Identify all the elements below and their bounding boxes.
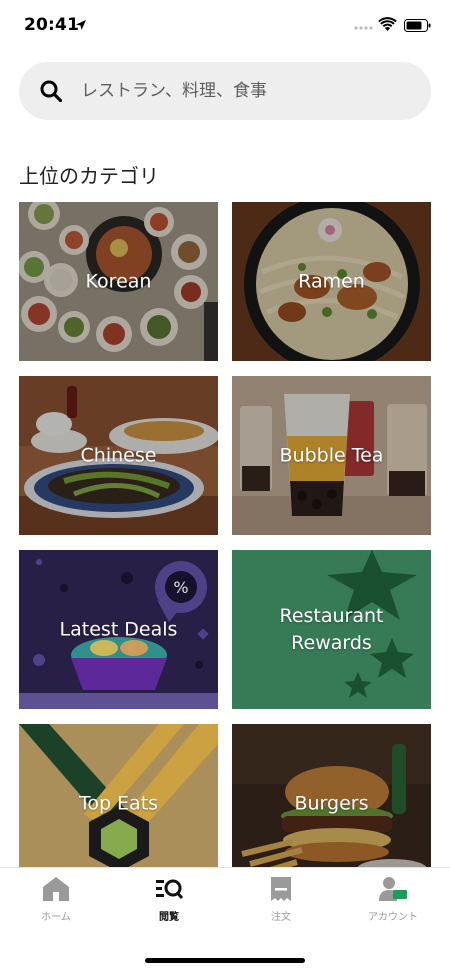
category-tile-burgers[interactable]: Burgers [232,724,431,883]
category-label: Ramen [298,270,365,292]
status-bar: 20:41 [0,0,450,56]
category-label: Bubble Tea [279,444,384,466]
receipt-icon [271,877,291,901]
category-tile-chinese[interactable]: Chinese [19,376,218,535]
category-label: Chinese [80,444,157,466]
status-time: 20:41 [24,15,80,35]
category-label: Latest Deals [59,618,178,640]
wifi-icon [378,17,397,31]
tab-account[interactable]: アカウント [338,876,448,928]
tab-label: 注文 [271,912,291,923]
home-icon [43,877,69,901]
location-arrow-icon [76,20,86,30]
search-bar[interactable] [19,62,431,120]
battery-icon [404,19,431,32]
category-label: Korean [85,270,152,292]
home-indicator [145,958,305,963]
category-label: Top Eats [78,792,159,814]
browse-icon [156,879,183,900]
section-title: 上位のカテゴリ [19,164,159,188]
signal-icon [354,26,373,30]
account-icon [379,877,407,901]
bottom-tab-bar: ホーム 閲覧 注文 アカウント [0,867,450,972]
tab-label: アカウント [368,912,418,923]
search-icon [40,80,62,102]
tab-browse[interactable]: 閲覧 [114,876,224,928]
category-tile-ramen[interactable]: Ramen [232,202,431,361]
category-tile-latest-deals[interactable]: % Latest Deals [19,550,218,709]
category-tile-top-eats[interactable]: Top Eats [19,724,218,883]
tab-label: 閲覧 [159,912,179,923]
category-tile-bubble-tea[interactable]: Bubble Tea [232,376,431,535]
tab-label: ホーム [41,912,71,923]
tab-home[interactable]: ホーム [1,876,111,928]
category-tile-korean[interactable]: Korean [19,202,218,361]
category-label: Restaurant Rewards [279,604,384,654]
tab-orders[interactable]: 注文 [226,876,336,928]
category-tile-restaurant-rewards[interactable]: Restaurant Rewards [232,550,431,709]
search-input[interactable] [81,62,411,120]
category-label: Burgers [294,792,369,814]
